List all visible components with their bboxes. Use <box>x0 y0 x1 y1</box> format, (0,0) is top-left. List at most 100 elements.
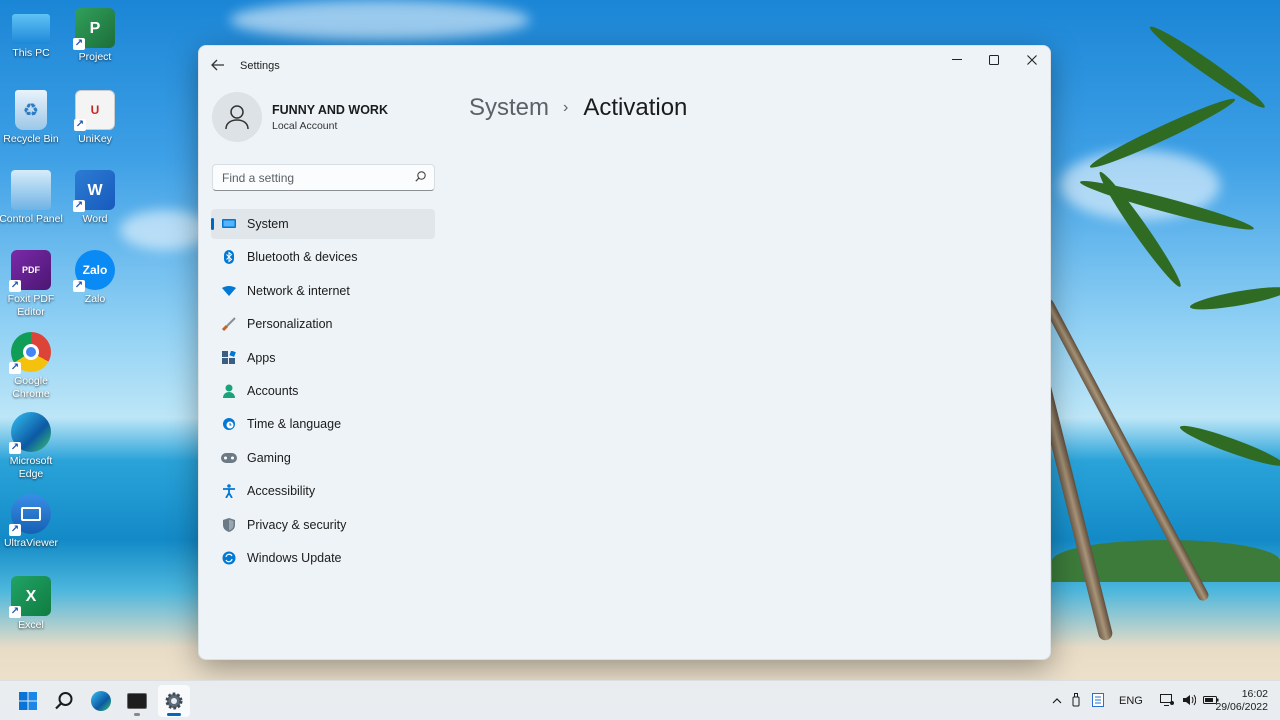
wifi-icon <box>211 285 247 296</box>
nav-item-time-language[interactable]: Time & language <box>211 409 435 439</box>
ultraviewer-screen <box>21 507 41 521</box>
shortcut-arrow-icon: ↗ <box>74 119 86 131</box>
start-button[interactable] <box>12 685 44 717</box>
desktop-icon-ultraviewer[interactable]: ↗ UltraViewer <box>0 494 65 550</box>
shortcut-arrow-icon: ↗ <box>73 280 85 292</box>
palm-frond <box>1177 420 1280 472</box>
update-icon <box>211 551 247 565</box>
taskbar-clock[interactable]: 16:02 29/06/2022 <box>1215 688 1268 714</box>
settings-search[interactable]: Find a setting <box>212 164 435 191</box>
user-profile[interactable]: FUNNY AND WORK Local Account <box>212 92 388 142</box>
close-icon <box>1027 55 1037 65</box>
network-icon[interactable] <box>1155 693 1179 709</box>
system-tray: ENG <box>1049 681 1223 720</box>
nav-item-label: Network & internet <box>247 283 350 298</box>
desktop-icon-label: UniKey <box>78 133 112 145</box>
desktop-icon-word[interactable]: W ↗ Word <box>61 170 129 226</box>
control-panel-icon <box>11 170 51 210</box>
nav-item-system[interactable]: System <box>211 209 435 239</box>
nav-item-bluetooth[interactable]: Bluetooth & devices <box>211 242 435 272</box>
profile-name: FUNNY AND WORK <box>272 102 388 117</box>
taskbar-edge[interactable] <box>85 685 117 717</box>
desktop-icon-foxit[interactable]: PDF ↗ Foxit PDF Editor <box>0 250 65 319</box>
taskbar-settings[interactable] <box>158 685 190 717</box>
running-indicator <box>167 713 181 716</box>
globe-clock-icon <box>211 417 247 431</box>
nav-item-network[interactable]: Network & internet <box>211 276 435 306</box>
nav-item-accounts[interactable]: Accounts <box>211 376 435 406</box>
nav-item-label: Accessibility <box>247 484 316 499</box>
nav-item-label: Accounts <box>247 383 299 398</box>
desktop-icon-project[interactable]: P ↗ Project <box>61 8 129 64</box>
shortcut-arrow-icon: ↗ <box>9 442 21 454</box>
desktop-icon-this-pc[interactable]: This PC <box>0 8 65 60</box>
desktop-icon-label: Word <box>82 213 108 225</box>
foxit-pdf-icon: PDF ↗ <box>9 250 51 292</box>
minimize-button[interactable] <box>938 46 976 74</box>
zalo-glyph: Zalo <box>82 262 108 277</box>
desktop-icon-label: Microsoft Edge <box>9 455 53 480</box>
nav-item-accessibility[interactable]: Accessibility <box>211 476 435 506</box>
nav-item-windows-update[interactable]: Windows Update <box>211 543 435 573</box>
volume-icon[interactable] <box>1179 694 1199 709</box>
desktop-icon-label: Control Panel <box>0 213 63 225</box>
desktop-icon-label: Project <box>78 51 112 63</box>
shortcut-arrow-icon: ↗ <box>9 606 21 618</box>
unikey-icon: U ↗ <box>74 90 115 131</box>
zalo-icon: Zalo ↗ <box>73 250 115 292</box>
usb-icon[interactable] <box>1065 692 1087 710</box>
maximize-button[interactable] <box>975 46 1013 74</box>
back-button[interactable] <box>209 58 227 74</box>
nav-item-privacy-security[interactable]: Privacy & security <box>211 510 435 540</box>
search-icon <box>55 692 73 710</box>
chevron-up-icon[interactable] <box>1049 695 1065 707</box>
terminal-icon <box>127 693 147 709</box>
title-bar: Settings <box>199 46 1050 86</box>
language-indicator[interactable]: ENG <box>1119 695 1143 707</box>
clock-date: 29/06/2022 <box>1215 701 1268 713</box>
desktop-icon-edge[interactable]: ↗ Microsoft Edge <box>0 412 65 481</box>
cloud <box>230 0 530 40</box>
nav-item-label: Privacy & security <box>247 517 347 532</box>
desktop-icon-label: Recycle Bin <box>3 133 59 145</box>
nav-item-label: Gaming <box>247 450 291 465</box>
avatar <box>212 92 262 142</box>
monitor-icon <box>12 14 50 44</box>
search-icon[interactable] <box>406 170 434 185</box>
close-button[interactable] <box>1013 46 1051 74</box>
unikey-tray-icon[interactable] <box>1087 692 1109 710</box>
desktop-icon-recycle-bin[interactable]: ♻ Recycle Bin <box>0 90 65 146</box>
recycle-bin-icon: ♻ <box>15 90 47 130</box>
word-icon: W ↗ <box>73 170 115 212</box>
taskbar: ENG 16:02 29/06/2022 <box>0 680 1280 720</box>
desktop-icon-label: Zalo <box>84 293 106 305</box>
nav-item-personalization[interactable]: Personalization <box>211 309 435 339</box>
word-glyph: W <box>87 181 103 199</box>
desktop-icon-chrome[interactable]: ↗ Google Chrome <box>0 332 65 401</box>
desktop-icon-label: This PC <box>12 47 50 59</box>
search-input[interactable]: Find a setting <box>213 171 406 185</box>
nav-item-label: Time & language <box>247 417 342 432</box>
chrome-icon: ↗ <box>9 332 51 374</box>
pdf-glyph: PDF <box>22 264 40 275</box>
profile-account-type: Local Account <box>272 119 338 132</box>
nav-item-label: Windows Update <box>247 550 342 565</box>
cloud <box>120 210 210 250</box>
desktop-icon-excel[interactable]: X ↗ Excel <box>0 576 65 632</box>
page-title: Activation <box>583 94 688 121</box>
excel-glyph: X <box>25 587 37 605</box>
project-glyph: P <box>89 19 101 37</box>
desktop-icon-zalo[interactable]: Zalo ↗ Zalo <box>61 250 129 306</box>
desktop-icon-label: Excel <box>18 619 44 631</box>
nav-item-apps[interactable]: Apps <box>211 343 435 373</box>
taskbar-search-button[interactable] <box>48 685 80 717</box>
desktop-icon-unikey[interactable]: U ↗ UniKey <box>61 90 129 146</box>
clock-time: 16:02 <box>1241 688 1268 700</box>
breadcrumb-parent[interactable]: System <box>469 94 549 122</box>
edge-icon: ↗ <box>9 412 51 454</box>
desktop-icon-label: Google Chrome <box>12 375 50 400</box>
desktop-icon-control-panel[interactable]: Control Panel <box>0 170 65 226</box>
desktop-icon-label: UltraViewer <box>3 537 59 549</box>
nav-item-gaming[interactable]: Gaming <box>211 443 435 473</box>
taskbar-terminal[interactable] <box>121 685 153 717</box>
